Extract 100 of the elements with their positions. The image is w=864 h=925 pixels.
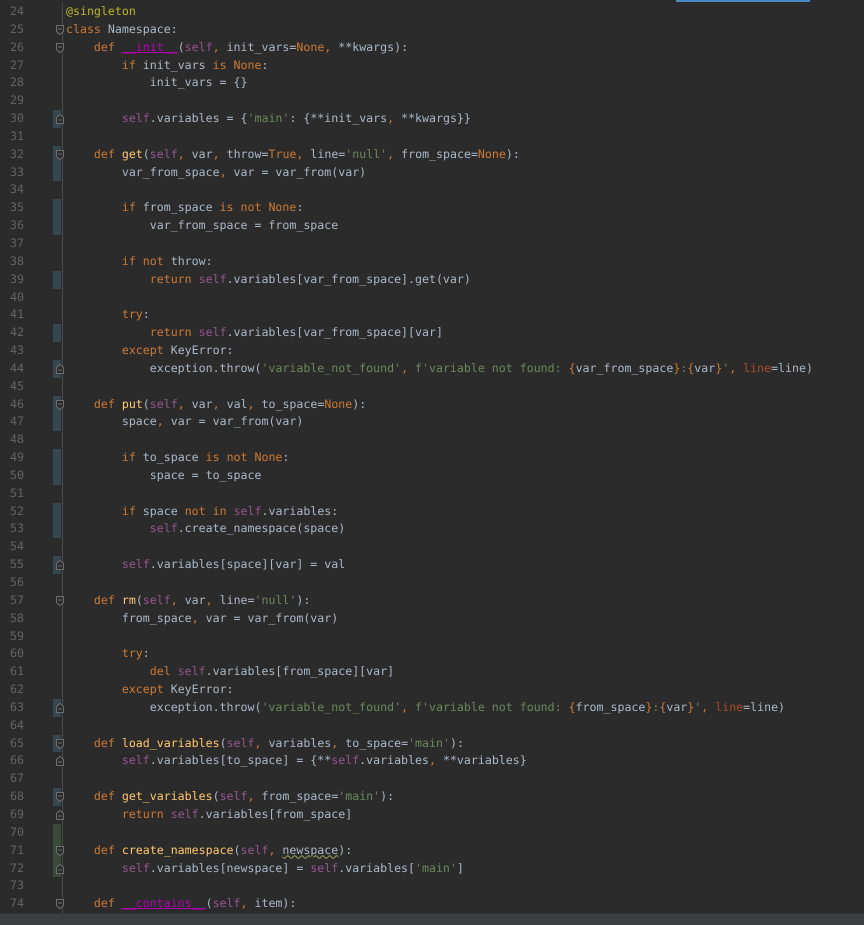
code-line: var_from_space, var = var_from(var) [120,164,368,181]
code-line: try: [120,306,151,324]
code-line: self.create_namespace(space) [148,520,346,538]
fold-end-icon[interactable] [56,560,64,570]
line-number: 57 [9,592,25,609]
code-line: return self.variables[var_from_space].get(var) [148,270,472,288]
line-number: 43 [9,342,25,360]
fold-end-icon[interactable] [56,756,64,766]
fold-end-icon[interactable] [56,810,64,820]
line-number: 33 [9,164,25,181]
line-number: 51 [9,484,25,502]
line-number: 34 [9,181,25,198]
line-number: 47 [9,413,25,430]
line-number: 60 [9,645,25,662]
fold-start-icon[interactable] [56,792,64,802]
line-number: 74 [9,895,25,912]
code-line: except KeyError: [120,342,235,360]
code-line: del self.variables[from_space][var] [148,663,396,680]
line-number: 63 [9,698,25,716]
code-line: except KeyError: [120,681,235,698]
code-line: self.variables[to_space] = {**self.variables, **variables} [120,752,528,770]
fold-end-icon[interactable] [56,114,64,124]
code-line: if space not in self.variables: [120,502,340,520]
code-line: def __init__(self, init_vars=None, **kwargs): [92,38,410,56]
line-number: 40 [9,288,25,306]
fold-start-icon[interactable] [56,846,64,856]
fold-start-icon[interactable] [56,24,64,35]
line-number: 30 [9,110,25,128]
fold-start-icon[interactable] [56,899,64,910]
line-number: 44 [9,360,25,377]
fold-start-icon[interactable] [56,738,64,749]
code-line: self.variables[space][var] = val [120,556,346,574]
line-number: 38 [9,252,25,270]
code-line: try: [120,645,151,662]
line-number: 27 [9,56,25,74]
line-number: 37 [9,234,25,252]
code-line: init_vars = {} [148,74,248,92]
line-number: 58 [9,610,25,627]
line-number: 31 [9,128,25,145]
line-number: 62 [9,681,25,698]
line-number: 64 [9,716,25,734]
line-number: 61 [9,663,25,680]
line-number: 56 [9,574,25,591]
code-line: exception.throw('variable_not_found', f'variable not found: {from_space}:{var}', line=line) [148,698,786,716]
code-line: if init_vars is None: [120,56,270,74]
code-line: space, var = var_from(var) [120,413,304,430]
fold-start-icon[interactable] [56,150,64,160]
code-line: def create_namespace(self, newspace): [92,842,354,859]
code-line: self.variables[newspace] = self.variables['main'] [120,860,465,876]
code-line: def rm(self, var, line='null'): [92,592,312,609]
line-number: 55 [9,556,25,574]
line-number: 42 [9,324,25,342]
code-line: def get(self, var, throw=True, line='null', from_space=None): [92,146,521,163]
line-number: 28 [9,74,25,92]
fold-start-icon[interactable] [56,42,64,53]
line-number: 65 [9,734,25,752]
line-number: 24 [9,3,25,20]
line-number: 50 [9,466,25,484]
code-line: def load_variables(self, variables, to_space='main'): [92,734,465,752]
line-number: 36 [9,217,25,234]
code-line: if from_space is not None: [120,199,304,216]
code-line: def put(self, var, val, to_space=None): [92,396,368,413]
code-line: return self.variables[var_from_space][var] [148,324,444,342]
line-number: 46 [9,396,25,413]
code-line: if not throw: [120,252,214,270]
line-number: 54 [9,538,25,556]
code-line: return self.variables[from_space] [120,806,354,823]
code-line: var_from_space = from_space [148,217,340,234]
line-number: 71 [9,842,25,859]
code-line: self.variables = {'main': {**init_vars, **kwargs}} [120,110,472,128]
code-line: if to_space is not None: [120,449,290,466]
line-number: 70 [9,824,25,841]
line-number: 72 [9,860,25,876]
line-number: 32 [9,146,25,163]
code-line: class Namespace: [66,20,179,38]
code-line: exception.throw('variable_not_found', f'variable not found: {var_from_space}:{var}', line=line) [148,360,814,377]
line-number: 29 [9,92,25,110]
line-number: 53 [9,520,25,538]
line-number: 41 [9,306,25,324]
line-number: 48 [9,431,25,448]
line-number: 67 [9,770,25,788]
code-line: @singleton [66,3,137,20]
line-number: 45 [9,378,25,395]
line-number: 52 [9,502,25,520]
line-number: 59 [9,628,25,645]
line-number: 69 [9,806,25,823]
code-line: def get_variables(self, from_space='main'): [92,788,396,806]
line-number: 49 [9,449,25,466]
line-number: 66 [9,752,25,770]
code-line: space = to_space [148,466,262,484]
line-number: 68 [9,788,25,806]
code-line: from_space, var = var_from(var) [120,610,340,627]
fold-start-icon[interactable] [56,400,64,410]
line-number: 39 [9,270,25,288]
fold-start-icon[interactable] [56,596,64,606]
code-line: def __contains__(self, item): [92,895,298,912]
line-number: 25 [9,20,25,38]
line-number: 73 [9,877,25,894]
line-number: 35 [9,199,25,216]
line-number: 26 [9,38,25,56]
